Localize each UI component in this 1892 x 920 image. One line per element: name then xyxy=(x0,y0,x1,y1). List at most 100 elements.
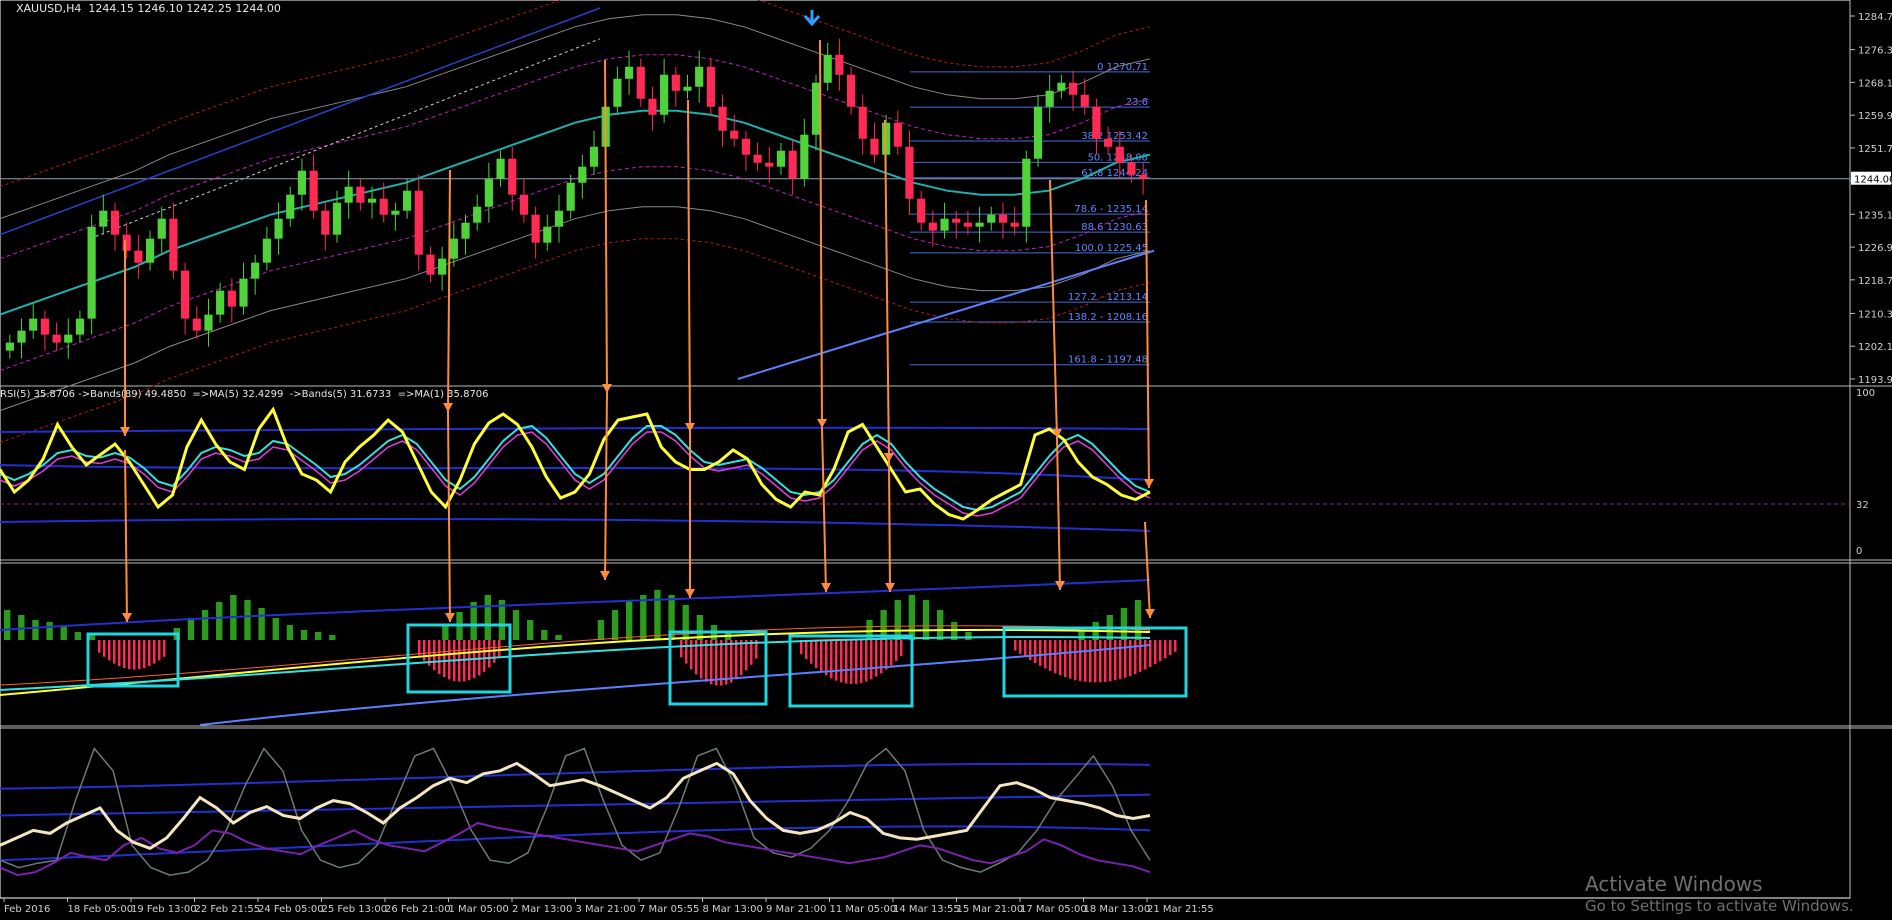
activate-windows-subtitle: Go to Settings to activate Windows. xyxy=(1585,897,1854,915)
signal-arrowhead-icon xyxy=(122,613,132,622)
candle-body xyxy=(963,222,972,227)
time-tick-label: 2 Mar 13:00 xyxy=(512,904,572,915)
histogram-bar-positive xyxy=(32,620,39,640)
histogram-bar-negative xyxy=(1094,640,1097,683)
histogram-bar-negative xyxy=(123,640,126,669)
candle-body xyxy=(99,210,108,227)
histogram-bar-negative xyxy=(1099,640,1102,683)
histogram-bar-negative xyxy=(1134,640,1137,675)
candle-body xyxy=(730,130,739,139)
histogram-bar-negative xyxy=(735,640,738,680)
histogram-bar-negative xyxy=(1154,640,1157,665)
histogram-bar-positive xyxy=(527,620,534,640)
signal-arrow-line xyxy=(884,119,890,463)
candle-body xyxy=(648,98,657,115)
histogram-bar-positive xyxy=(965,632,972,640)
signal-arrow-line xyxy=(888,461,891,593)
candle-body xyxy=(1057,82,1066,91)
signal-arrowhead-icon xyxy=(600,571,610,580)
candle-body xyxy=(461,222,470,239)
candle-body xyxy=(695,66,704,87)
histogram-bar-negative xyxy=(1049,640,1052,671)
rsi-band-lower xyxy=(0,518,1151,532)
candle-body xyxy=(1045,90,1054,107)
candle-body xyxy=(811,82,821,135)
histogram-bar-negative xyxy=(1019,640,1022,654)
histogram-bar-negative xyxy=(1129,640,1132,676)
candle-body xyxy=(356,186,365,203)
histogram-bar-negative xyxy=(830,640,833,679)
rsi-band-upper xyxy=(0,426,1151,433)
histogram-bar-negative xyxy=(890,640,893,666)
candle-body xyxy=(940,218,949,231)
histogram-bar-negative xyxy=(850,640,853,684)
fib-level-label: 23.6 xyxy=(1126,97,1148,108)
candle-body xyxy=(613,78,622,107)
price-tick-label: 1202.10 xyxy=(1858,342,1892,353)
histogram-bar-negative xyxy=(745,640,748,671)
histogram-bar-positive xyxy=(1120,608,1128,640)
candle-body xyxy=(531,214,540,243)
signal-arrowhead-icon xyxy=(817,419,827,428)
histogram-bar-negative xyxy=(865,640,868,682)
histogram-bar-positive xyxy=(640,595,647,640)
candle-body xyxy=(367,198,377,203)
histogram-bar-positive xyxy=(936,610,944,640)
histogram-bar-negative xyxy=(870,640,873,680)
candle-body xyxy=(788,150,797,179)
histogram-bar-negative xyxy=(895,640,898,661)
candle-body xyxy=(1010,222,1019,227)
price-tick-label: 1259.90 xyxy=(1858,111,1892,122)
fib-level-label: 38.2 1253.42 xyxy=(1081,131,1148,142)
histogram-bar-negative xyxy=(1014,640,1017,651)
candle-body xyxy=(1092,106,1101,139)
candle-body xyxy=(624,66,634,79)
histogram-bar-negative xyxy=(885,640,888,670)
time-tick-label: 1 Mar 05:00 xyxy=(449,904,509,915)
signal-arrow-line xyxy=(1056,437,1061,591)
histogram-bar-negative xyxy=(810,640,813,664)
candle-body xyxy=(1068,82,1078,95)
histogram-bar-positive xyxy=(908,595,916,640)
histogram-bar-positive xyxy=(541,630,548,640)
candle-body xyxy=(519,194,529,215)
candle-body xyxy=(660,74,669,115)
histogram-bar-negative xyxy=(98,640,101,653)
histogram-bar-negative xyxy=(900,640,903,657)
histogram-bar-negative xyxy=(163,640,166,657)
histogram-bar-positive xyxy=(88,635,96,640)
envelope-outer-upper xyxy=(0,0,1151,188)
candle-body xyxy=(496,158,505,179)
signal-arrow-line xyxy=(447,411,451,623)
candle-body xyxy=(227,290,236,307)
time-tick-label: Feb 2016 xyxy=(4,904,50,915)
histogram-bar-negative xyxy=(1089,640,1092,683)
candle-body xyxy=(110,210,120,235)
candle-body xyxy=(741,138,751,155)
candle-body xyxy=(753,154,762,163)
candle-body xyxy=(823,54,832,83)
candle-body xyxy=(414,190,423,255)
histogram-bar-negative xyxy=(1069,640,1072,679)
histogram-bar-negative xyxy=(423,640,426,661)
candle-body xyxy=(917,198,926,223)
histogram-bar-negative xyxy=(1159,640,1162,662)
candle-body xyxy=(473,206,482,223)
time-tick-label: 8 Mar 13:00 xyxy=(703,904,763,915)
fib-level-label: 88.6 1230.63 xyxy=(1081,222,1148,233)
candle-body xyxy=(952,218,961,223)
histogram-bar-positive xyxy=(512,610,520,640)
histogram-bar-negative xyxy=(1104,640,1107,682)
candle-body xyxy=(800,134,809,179)
candle-body xyxy=(508,158,517,195)
histogram-bar-negative xyxy=(133,640,136,670)
candle-body xyxy=(402,190,412,211)
histogram-bar-negative xyxy=(1084,640,1087,682)
histogram-bar-negative xyxy=(1024,640,1027,657)
fib-level-label: 78.6 - 1235.14 xyxy=(1074,204,1148,215)
histogram-bar-negative xyxy=(1174,640,1177,652)
histogram-bar-positive xyxy=(216,602,223,640)
histogram-bar-negative xyxy=(1074,640,1077,680)
candle-body xyxy=(192,318,201,331)
candle-body xyxy=(379,198,388,215)
